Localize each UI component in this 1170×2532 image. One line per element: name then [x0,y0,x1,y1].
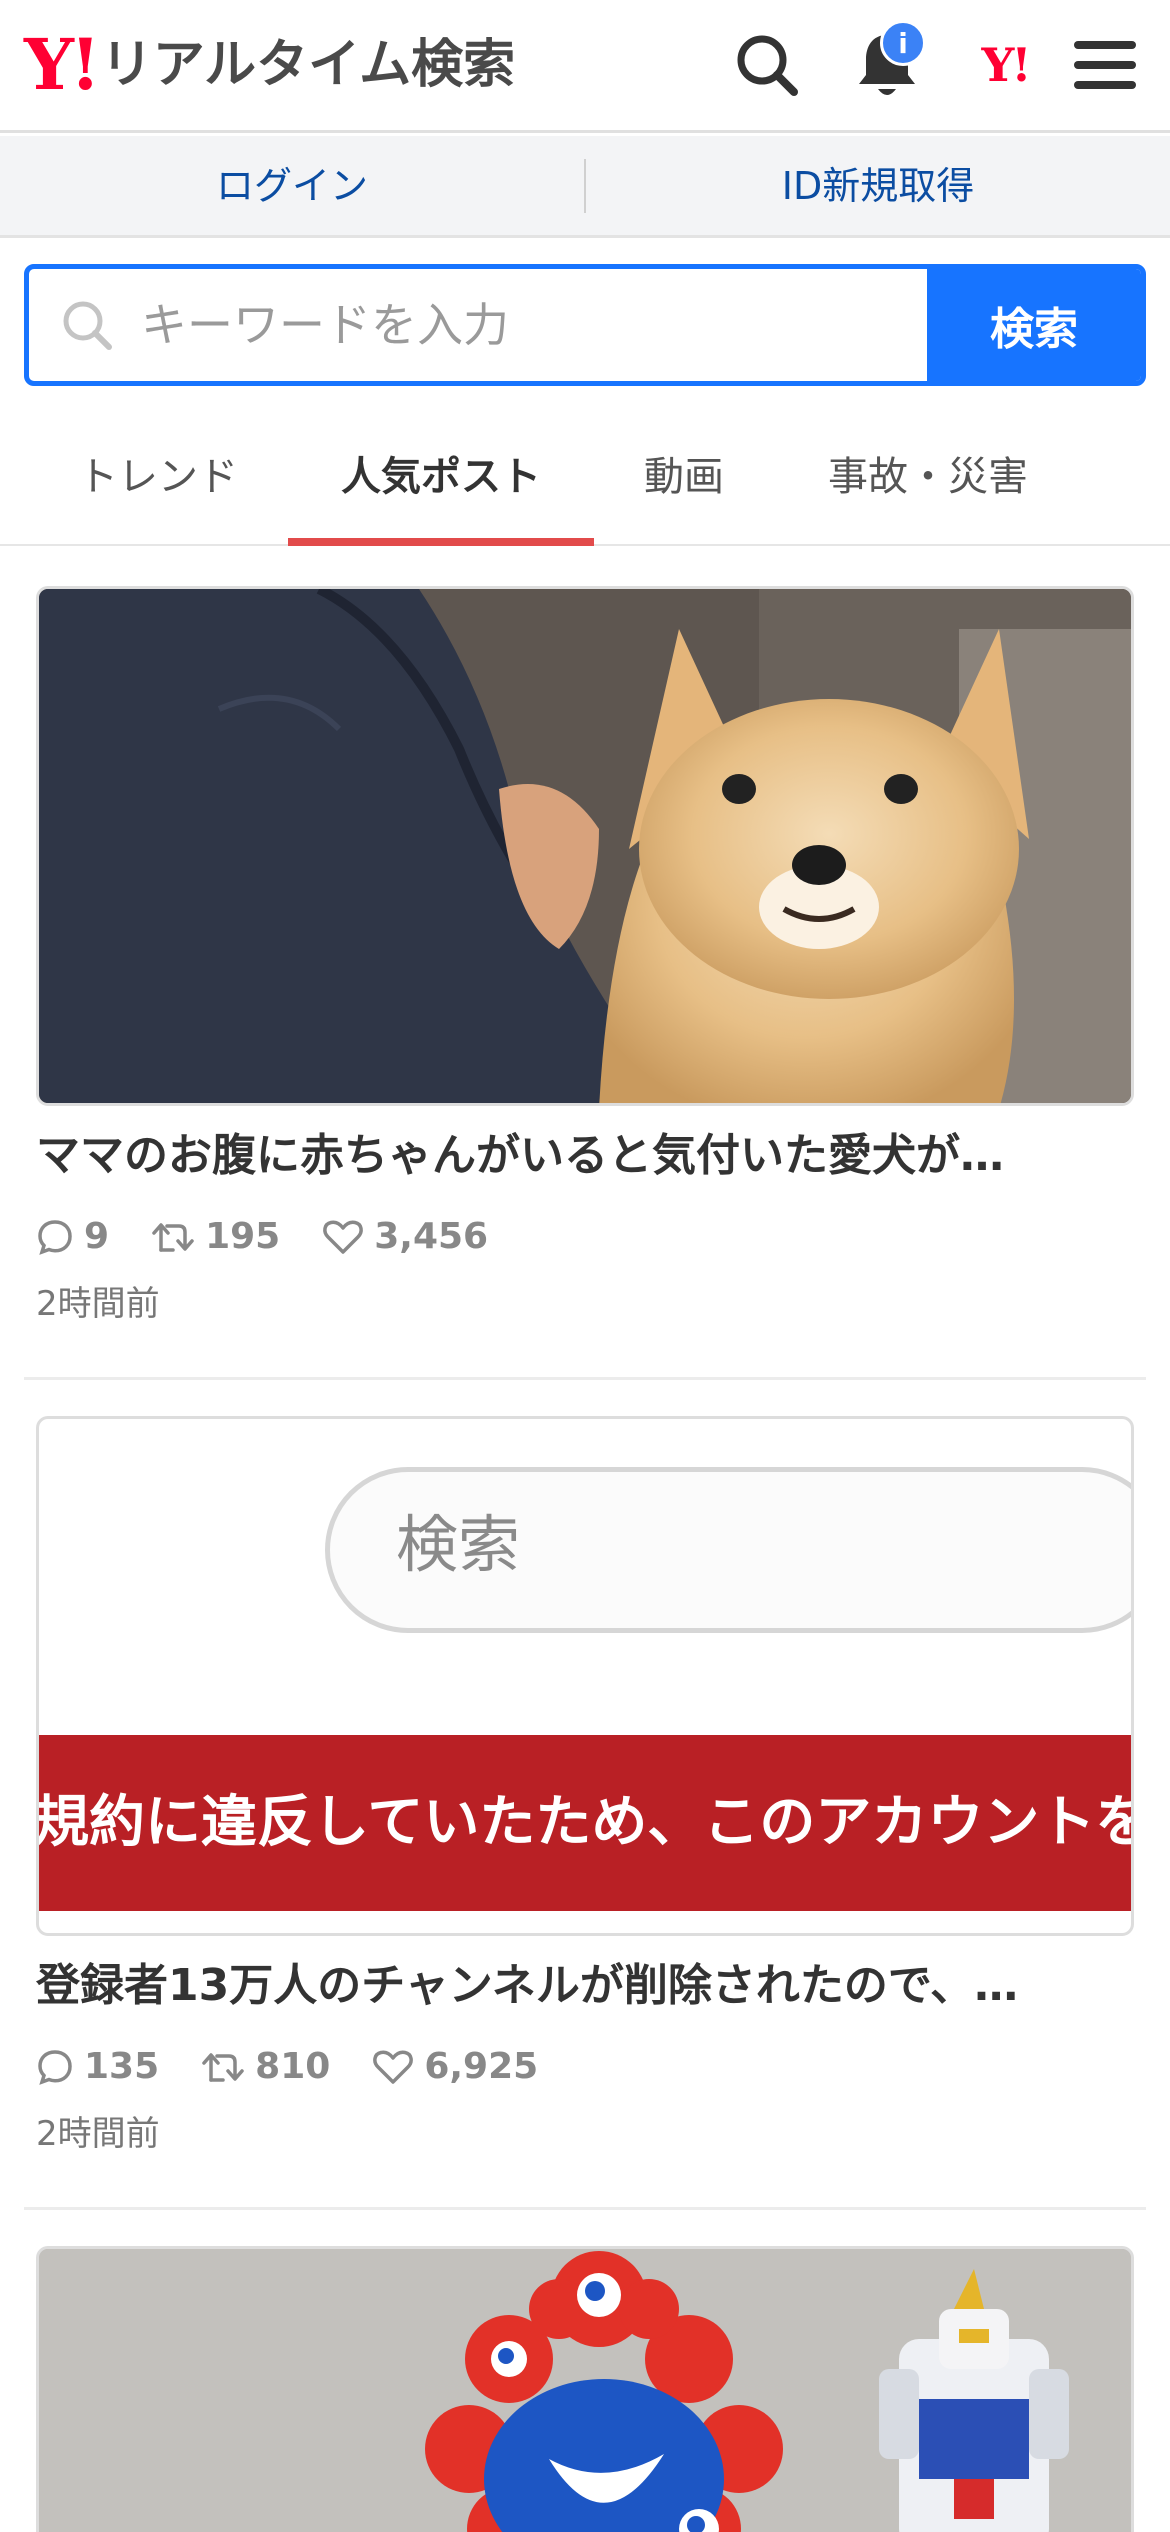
post-image[interactable] [36,2246,1134,2532]
like-count[interactable]: 6,925 [372,2046,538,2087]
reply-count[interactable]: 135 [36,2046,159,2087]
image-banner-text: 規約に違反していたため、このアカウントを [39,1790,1134,1855]
like-count-value: 3,456 [374,1216,489,1257]
post-time: 2時間前 [36,2114,160,2154]
tab-trend[interactable]: トレンド [40,400,276,546]
yahoo-icon: Y! [981,38,1031,92]
image-search-box: 検索 [325,1467,1131,1633]
repost-count[interactable]: 810 [201,2046,330,2087]
image-search-text: 検索 [396,1508,521,1581]
notification-badge: i [880,20,926,66]
heart-icon [373,2050,414,2084]
login-link[interactable]: ログイン [0,167,584,205]
hamburger-icon [1074,41,1136,89]
post-stats: 135 810 6,925 [36,2046,580,2087]
repost-icon [152,1222,194,1252]
search-input[interactable] [141,298,841,352]
repost-count[interactable]: 195 [151,1216,280,1257]
post-card[interactable] [24,2246,1146,2532]
reply-icon [38,2049,72,2085]
like-count-value: 6,925 [424,2046,539,2087]
tab-accidents-disasters[interactable]: 事故・災害 [800,400,1056,546]
notification-button[interactable]: i [844,20,930,108]
mascot-photo [39,2249,1131,2532]
post-image[interactable] [36,586,1134,1106]
reply-count-value: 135 [84,2046,160,2087]
repost-count-value: 195 [205,1216,281,1257]
post-title[interactable]: ママのお腹に赤ちゃんがいると気付いた愛犬が… [36,1130,1134,1183]
post-image[interactable]: 検索 規約に違反していたため、このアカウントを [36,1416,1134,1936]
post-divider [24,2207,1146,2210]
menu-button[interactable] [1062,22,1148,108]
search-button[interactable]: 検索 [927,269,1141,381]
site-logo[interactable]: Y! リアルタイム検索 [24,30,515,100]
heart-icon [323,1220,364,1254]
post-stats: 9 195 3,456 [36,1216,530,1257]
search-field [29,269,927,381]
post-divider [24,1377,1146,1380]
tab-popular-posts[interactable]: 人気ポスト [288,400,594,546]
reply-icon [38,1219,72,1255]
search-icon[interactable] [724,22,810,108]
tab-video[interactable]: 動画 [614,400,754,546]
yahoo-logo-mark: Y! [24,23,101,106]
app-header: Y! リアルタイム検索 i Y! [0,0,1170,133]
image-warning-banner: 規約に違反していたため、このアカウントを [39,1735,1134,1911]
post-title[interactable]: 登録者13万人のチャンネルが削除されたので、… [36,1960,1134,2013]
dog-photo [39,589,1131,1103]
like-count[interactable]: 3,456 [322,1216,488,1257]
reply-count-value: 9 [84,1216,110,1257]
yahoo-home-link[interactable]: Y! [962,22,1048,108]
repost-icon [202,2052,244,2082]
post-card[interactable]: 検索 規約に違反していたため、このアカウントを 登録者13万人のチャンネルが削除… [24,1416,1146,2210]
search-icon [63,301,112,350]
logo-title: リアルタイム検索 [100,35,516,95]
search-form: 検索 [24,264,1146,386]
category-tabs: トレンド 人気ポスト 動画 事故・災害 [0,400,1170,546]
post-card[interactable]: ママのお腹に赤ちゃんがいると気付いた愛犬が… 9 195 3,456 2時間前 [24,586,1146,1380]
repost-count-value: 810 [255,2046,331,2087]
account-bar: ログイン ID新規取得 [0,136,1170,238]
post-time: 2時間前 [36,1284,160,1324]
reply-count[interactable]: 9 [36,1216,109,1257]
register-link[interactable]: ID新規取得 [586,167,1170,205]
